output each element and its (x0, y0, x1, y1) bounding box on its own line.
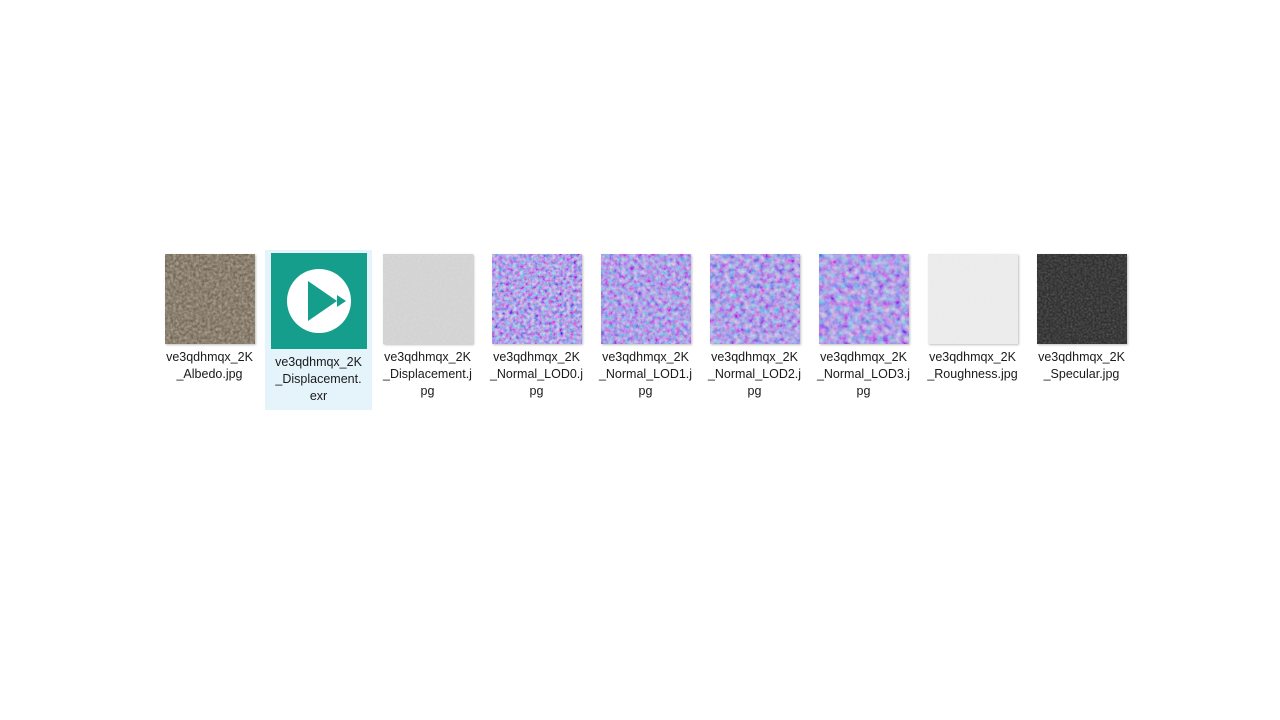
file-name-label: ve3qdhmqx_2K _Normal_LOD2.j pg (707, 350, 802, 398)
file-name-label: ve3qdhmqx_2K _Albedo.jpg (166, 350, 253, 381)
file-grid: ve3qdhmqx_2K _Albedo.jpg ve3qdhmqx_2K _D… (157, 250, 1138, 410)
file-item-normal-lod0-jpg[interactable]: ve3qdhmqx_2K _Normal_LOD0.j pg (484, 251, 589, 404)
roughness-thumbnail-icon (927, 254, 1018, 344)
explorer-file-view: ve3qdhmqx_2K _Albedo.jpg ve3qdhmqx_2K _D… (0, 0, 1280, 720)
file-item-albedo-jpg[interactable]: ve3qdhmqx_2K _Albedo.jpg (157, 251, 262, 387)
specular-thumbnail-icon (1036, 254, 1127, 344)
media-player-icon (270, 253, 367, 349)
file-item-normal-lod1-jpg[interactable]: ve3qdhmqx_2K _Normal_LOD1.j pg (593, 251, 698, 404)
file-item-normal-lod3-jpg[interactable]: ve3qdhmqx_2K _Normal_LOD3.j pg (811, 251, 916, 404)
file-name-label: ve3qdhmqx_2K _Displacement.j pg (383, 350, 472, 398)
albedo-thumbnail-icon (164, 254, 255, 344)
file-name-label: ve3qdhmqx_2K _Normal_LOD1.j pg (598, 350, 693, 398)
file-name-label: ve3qdhmqx_2K _Displacement. exr (275, 355, 362, 403)
normal-map-thumbnail-icon (818, 254, 909, 344)
normal-map-thumbnail-icon (491, 254, 582, 344)
file-item-displacement-jpg[interactable]: ve3qdhmqx_2K _Displacement.j pg (375, 251, 480, 404)
file-item-roughness-jpg[interactable]: ve3qdhmqx_2K _Roughness.jpg (920, 251, 1025, 387)
displacement-thumbnail-icon (382, 254, 473, 344)
file-name-label: ve3qdhmqx_2K _Normal_LOD0.j pg (489, 350, 584, 398)
normal-map-thumbnail-icon (709, 254, 800, 344)
file-name-label: ve3qdhmqx_2K _Specular.jpg (1038, 350, 1125, 381)
file-item-displacement-exr[interactable]: ve3qdhmqx_2K _Displacement. exr (265, 250, 372, 410)
file-item-specular-jpg[interactable]: ve3qdhmqx_2K _Specular.jpg (1029, 251, 1134, 387)
normal-map-thumbnail-icon (600, 254, 691, 344)
file-name-label: ve3qdhmqx_2K _Normal_LOD3.j pg (816, 350, 911, 398)
file-name-label: ve3qdhmqx_2K _Roughness.jpg (927, 350, 1018, 381)
file-item-normal-lod2-jpg[interactable]: ve3qdhmqx_2K _Normal_LOD2.j pg (702, 251, 807, 404)
